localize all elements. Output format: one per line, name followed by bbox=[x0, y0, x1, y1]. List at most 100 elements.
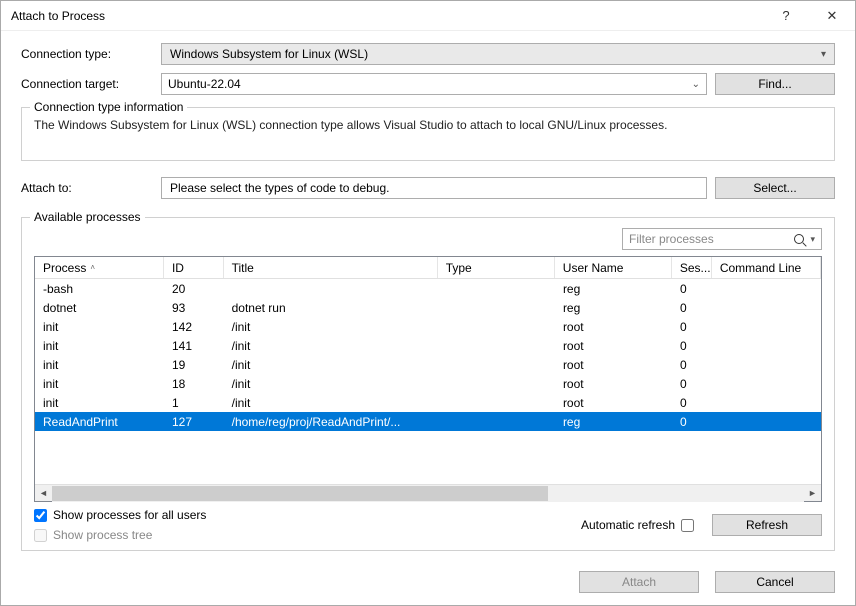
show-process-tree-box bbox=[34, 529, 47, 542]
table-cell bbox=[438, 288, 555, 290]
available-processes-group: Available processes Filter processes ▾ P… bbox=[21, 217, 835, 551]
connection-info-text: The Windows Subsystem for Linux (WSL) co… bbox=[34, 118, 822, 132]
table-cell bbox=[224, 288, 438, 290]
table-cell bbox=[438, 326, 555, 328]
close-button[interactable]: ✕ bbox=[809, 1, 855, 31]
attach-to-label: Attach to: bbox=[21, 181, 161, 195]
table-cell bbox=[438, 383, 555, 385]
table-cell: /init bbox=[224, 338, 438, 354]
dialog-footer: Attach Cancel bbox=[1, 559, 855, 605]
cancel-button[interactable]: Cancel bbox=[715, 571, 835, 593]
table-cell bbox=[712, 402, 821, 404]
table-cell bbox=[712, 383, 821, 385]
scroll-right-icon[interactable]: ► bbox=[804, 485, 821, 502]
table-cell bbox=[712, 421, 821, 423]
connection-type-select[interactable]: Windows Subsystem for Linux (WSL) ▾ bbox=[161, 43, 835, 65]
show-all-users-box[interactable] bbox=[34, 509, 47, 522]
table-cell: 142 bbox=[164, 319, 224, 335]
col-session[interactable]: Ses... bbox=[672, 257, 712, 278]
table-row[interactable]: dotnet93dotnet run reg0 bbox=[35, 298, 821, 317]
scrollbar-track[interactable] bbox=[52, 485, 804, 502]
horizontal-scrollbar[interactable]: ◄ ► bbox=[35, 484, 821, 501]
attach-button[interactable]: Attach bbox=[579, 571, 699, 593]
refresh-button[interactable]: Refresh bbox=[712, 514, 822, 536]
table-row[interactable]: init141/init root0 bbox=[35, 336, 821, 355]
table-row[interactable]: init1/init root0 bbox=[35, 393, 821, 412]
table-cell: init bbox=[35, 338, 164, 354]
attach-to-process-dialog: Attach to Process ? ✕ Connection type: W… bbox=[0, 0, 856, 606]
col-type[interactable]: Type bbox=[438, 257, 555, 278]
table-cell: 141 bbox=[164, 338, 224, 354]
find-button[interactable]: Find... bbox=[715, 73, 835, 95]
table-cell bbox=[712, 307, 821, 309]
process-table: Process˄ ID Title Type User Name Ses... … bbox=[34, 256, 822, 502]
show-process-tree-checkbox: Show process tree bbox=[34, 528, 206, 542]
table-cell: dotnet bbox=[35, 300, 164, 316]
table-cell: 1 bbox=[164, 395, 224, 411]
chevron-down-icon: ⌄ bbox=[692, 79, 700, 90]
filter-row: Filter processes ▾ bbox=[34, 228, 822, 250]
table-cell: /init bbox=[224, 357, 438, 373]
connection-type-value: Windows Subsystem for Linux (WSL) bbox=[170, 47, 368, 61]
col-process[interactable]: Process˄ bbox=[35, 257, 164, 278]
table-cell: reg bbox=[555, 281, 672, 297]
table-row[interactable]: init142/initroot0 bbox=[35, 317, 821, 336]
col-cmdline[interactable]: Command Line bbox=[712, 257, 821, 278]
table-cell: 93 bbox=[164, 300, 224, 316]
dialog-content: Connection type: Windows Subsystem for L… bbox=[1, 31, 855, 559]
table-cell: 18 bbox=[164, 376, 224, 392]
table-cell: 0 bbox=[672, 395, 712, 411]
select-code-types-button[interactable]: Select... bbox=[715, 177, 835, 199]
table-cell: init bbox=[35, 357, 164, 373]
table-cell: /home/reg/proj/ReadAndPrint/... bbox=[224, 414, 438, 430]
table-cell: init bbox=[35, 395, 164, 411]
table-cell: root bbox=[555, 338, 672, 354]
table-cell bbox=[712, 288, 821, 290]
dialog-title: Attach to Process bbox=[11, 9, 763, 23]
table-cell: 0 bbox=[672, 376, 712, 392]
connection-target-row: Connection target: Ubuntu-22.04 ⌄ Find..… bbox=[21, 73, 835, 95]
table-row[interactable]: init19/initroot0 bbox=[35, 355, 821, 374]
filter-placeholder: Filter processes bbox=[629, 232, 714, 246]
table-cell: /init bbox=[224, 395, 438, 411]
table-cell bbox=[438, 402, 555, 404]
chevron-down-icon: ▾ bbox=[821, 49, 826, 60]
table-cell: 127 bbox=[164, 414, 224, 430]
table-cell bbox=[438, 364, 555, 366]
table-row[interactable]: init18/initroot0 bbox=[35, 374, 821, 393]
table-cell: root bbox=[555, 357, 672, 373]
automatic-refresh-checkbox[interactable]: Automatic refresh bbox=[581, 518, 694, 532]
table-body: -bash20reg0dotnet93dotnet runreg0init142… bbox=[35, 279, 821, 484]
scroll-left-icon[interactable]: ◄ bbox=[35, 485, 52, 502]
sort-asc-icon: ˄ bbox=[90, 263, 95, 272]
table-cell: reg bbox=[555, 300, 672, 316]
table-cell: 0 bbox=[672, 300, 712, 316]
chevron-down-icon: ▾ bbox=[810, 234, 815, 245]
connection-info-legend: Connection type information bbox=[30, 100, 187, 114]
table-cell bbox=[712, 326, 821, 328]
table-cell bbox=[438, 307, 555, 309]
titlebar: Attach to Process ? ✕ bbox=[1, 1, 855, 31]
table-cell: 0 bbox=[672, 338, 712, 354]
col-title[interactable]: Title bbox=[224, 257, 438, 278]
table-cell: dotnet run bbox=[224, 300, 438, 316]
connection-type-row: Connection type: Windows Subsystem for L… bbox=[21, 43, 835, 65]
scrollbar-thumb[interactable] bbox=[52, 486, 548, 501]
help-button[interactable]: ? bbox=[763, 1, 809, 31]
col-id[interactable]: ID bbox=[164, 257, 224, 278]
table-cell: -bash bbox=[35, 281, 164, 297]
show-all-users-checkbox[interactable]: Show processes for all users bbox=[34, 508, 206, 522]
connection-target-value: Ubuntu-22.04 bbox=[168, 77, 241, 91]
filter-processes-input[interactable]: Filter processes ▾ bbox=[622, 228, 822, 250]
connection-target-combo[interactable]: Ubuntu-22.04 ⌄ bbox=[161, 73, 707, 95]
table-cell: 0 bbox=[672, 414, 712, 430]
table-footer-row: Show processes for all users Show proces… bbox=[34, 508, 822, 542]
col-user-name[interactable]: User Name bbox=[555, 257, 672, 278]
automatic-refresh-box[interactable] bbox=[681, 519, 694, 532]
table-cell: root bbox=[555, 395, 672, 411]
table-row[interactable]: -bash20reg0 bbox=[35, 279, 821, 298]
table-row[interactable]: ReadAndPrint127/home/reg/proj/ReadAndPri… bbox=[35, 412, 821, 431]
search-icon bbox=[794, 234, 804, 244]
table-cell: 0 bbox=[672, 357, 712, 373]
table-cell bbox=[712, 345, 821, 347]
